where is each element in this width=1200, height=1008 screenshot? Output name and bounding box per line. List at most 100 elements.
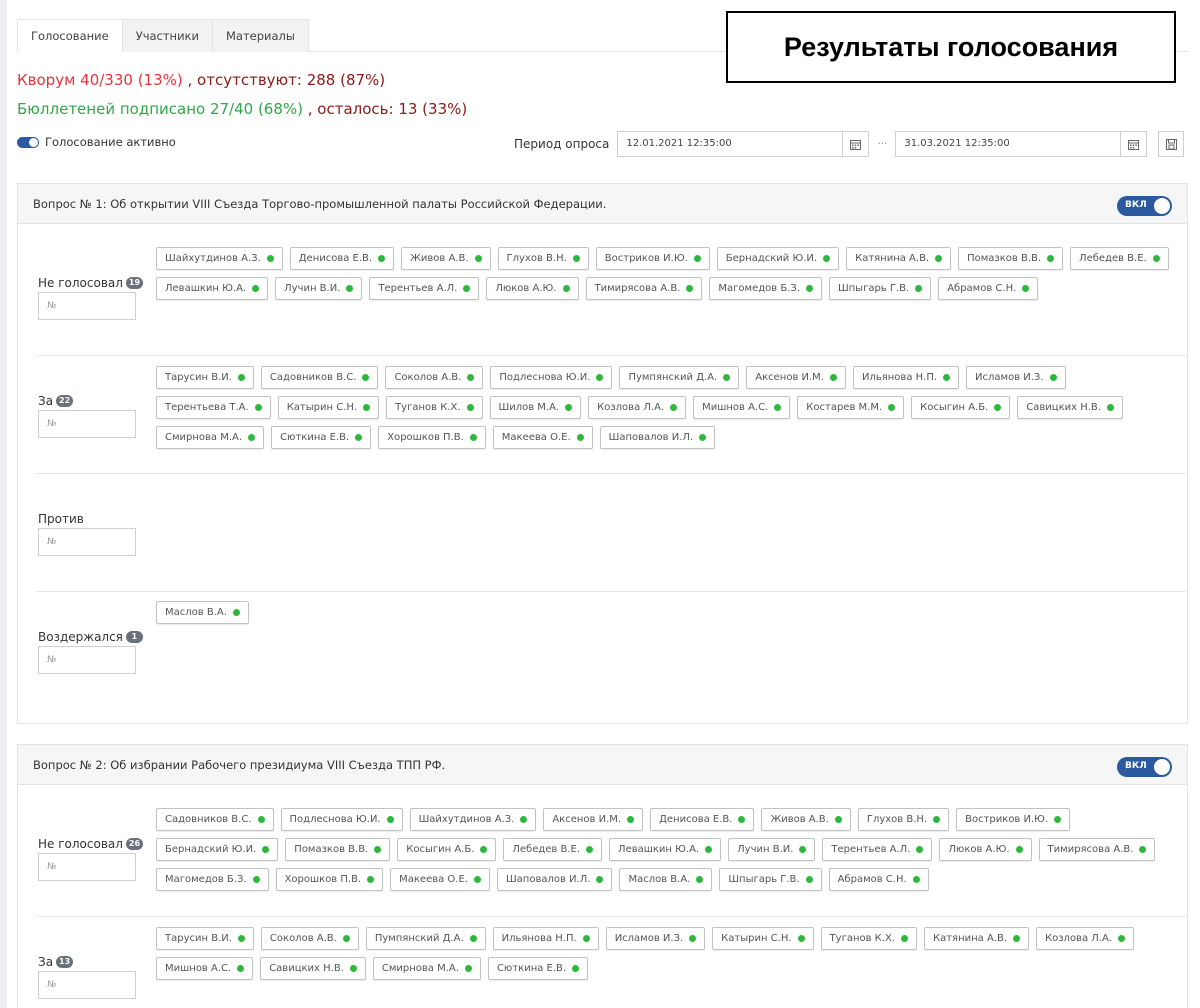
member-chip[interactable]: Смирнова М.А. xyxy=(156,426,265,449)
member-chip[interactable]: Тарусин В.И. xyxy=(156,927,254,950)
member-chip[interactable]: Шпыгарь Г.В. xyxy=(828,277,932,300)
member-chip[interactable]: Косыгин А.Б. xyxy=(397,838,497,861)
online-status-icon xyxy=(1015,846,1023,853)
member-chip[interactable]: Хорошков П.В. xyxy=(378,426,486,449)
member-chip[interactable]: Глухов В.Н. xyxy=(497,247,589,270)
member-chip[interactable]: Подлеснова Ю.И. xyxy=(280,808,403,831)
member-chip[interactable]: Ильянова Н.П. xyxy=(852,366,960,389)
member-chip[interactable]: Помазков В.В. xyxy=(958,247,1064,270)
tab-voting[interactable]: Голосование xyxy=(17,19,123,53)
member-chip[interactable]: Люков А.Ю. xyxy=(486,277,579,300)
member-chip[interactable]: Хорошков П.В. xyxy=(275,868,384,891)
member-chip[interactable]: Шаповалов И.Л. xyxy=(599,426,716,449)
member-chip[interactable]: Терентьев А.Л. xyxy=(369,277,480,300)
member-chip[interactable]: Соколов А.В. xyxy=(260,927,359,950)
member-chip[interactable]: Востриков И.Ю. xyxy=(956,808,1071,831)
member-chip[interactable]: Левашкин Ю.А. xyxy=(609,838,722,861)
member-chip[interactable]: Савицких Н.В. xyxy=(1017,396,1123,419)
member-chip[interactable]: Терентьев А.Л. xyxy=(822,838,933,861)
member-chip[interactable]: Шилов М.А. xyxy=(489,396,582,419)
question-toggle-switch[interactable]: ВКЛ xyxy=(1117,196,1172,216)
member-chip[interactable]: Помазков В.В. xyxy=(285,838,391,861)
member-chip[interactable]: Катянина А.В. xyxy=(846,247,952,270)
member-chip[interactable]: Сюткина Е.В. xyxy=(487,957,589,980)
member-chip[interactable]: Лебедев В.Е. xyxy=(503,838,603,861)
member-chip[interactable]: Макеева О.Е. xyxy=(492,426,593,449)
member-chip[interactable]: Косыгин А.Б. xyxy=(911,396,1011,419)
member-chip[interactable]: Пумпянский Д.А. xyxy=(365,927,486,950)
member-chip[interactable]: Шаповалов И.Л. xyxy=(496,868,613,891)
member-chip[interactable]: Лебедев В.Е. xyxy=(1070,247,1169,270)
member-chip[interactable]: Макеева О.Е. xyxy=(390,868,490,891)
member-name: Сюткина Е.В. xyxy=(496,963,567,974)
member-chip[interactable]: Тимирясова А.В. xyxy=(585,277,703,300)
member-chip[interactable]: Савицких Н.В. xyxy=(260,957,366,980)
member-chip[interactable]: Катянина А.В. xyxy=(924,927,1030,950)
member-chip[interactable]: Живов А.В. xyxy=(401,247,491,270)
member-chip[interactable]: Шайхутдинов А.З. xyxy=(409,808,537,831)
member-name: Мишнов А.С. xyxy=(165,963,232,974)
period-start-input[interactable]: 12.01.2021 12:35:00 xyxy=(617,131,844,157)
tab-materials[interactable]: Материалы xyxy=(211,19,309,52)
member-chip[interactable]: Терентьева Т.А. xyxy=(156,396,271,419)
member-name: Косыгин А.Б. xyxy=(920,402,989,413)
member-chip[interactable]: Исламов И.З. xyxy=(966,366,1066,389)
member-chip[interactable]: Денисова Е.В. xyxy=(289,247,395,270)
member-chip[interactable]: Шайхутдинов А.З. xyxy=(156,247,283,270)
save-period-button[interactable] xyxy=(1158,131,1185,157)
member-chip[interactable]: Сюткина Е.В. xyxy=(271,426,372,449)
start-calendar-button[interactable] xyxy=(843,131,870,157)
member-chip[interactable]: Мишнов А.С. xyxy=(156,957,254,980)
member-chip[interactable]: Садовников В.С. xyxy=(260,366,379,389)
search-input[interactable]: № xyxy=(38,646,136,674)
search-input[interactable]: № xyxy=(38,853,136,881)
member-chip[interactable]: Шпыгарь Г.В. xyxy=(719,868,822,891)
member-chip[interactable]: Тимирясова А.В. xyxy=(1038,838,1156,861)
member-chip[interactable]: Садовников В.С. xyxy=(156,808,274,831)
member-chip[interactable]: Абрамов С.Н. xyxy=(938,277,1039,300)
search-input[interactable]: № xyxy=(38,528,136,556)
member-chip[interactable]: Маслов В.А. xyxy=(619,868,713,891)
member-chip[interactable]: Козлова Л.А. xyxy=(588,396,687,419)
member-chip[interactable]: Соколов А.В. xyxy=(385,366,484,389)
member-chip[interactable]: Катырин С.Н. xyxy=(712,927,814,950)
member-chip[interactable]: Лучин В.И. xyxy=(275,277,363,300)
member-chip[interactable]: Левашкин Ю.А. xyxy=(156,277,269,300)
member-chip[interactable]: Тарусин В.И. xyxy=(156,366,254,389)
member-chip[interactable]: Пумпянский Д.А. xyxy=(619,366,740,389)
member-chip[interactable]: Костарев М.М. xyxy=(797,396,905,419)
member-chip[interactable]: Бернадский Ю.И. xyxy=(156,838,279,861)
member-chip[interactable]: Козлова Л.А. xyxy=(1036,927,1134,950)
question-toggle-switch[interactable]: ВКЛ xyxy=(1117,757,1172,777)
member-chip[interactable]: Абрамов С.Н. xyxy=(828,868,929,891)
end-calendar-button[interactable] xyxy=(1121,131,1148,157)
tab-participants[interactable]: Участники xyxy=(121,19,213,52)
member-chip[interactable]: Ильянова Н.П. xyxy=(492,927,599,950)
search-input[interactable]: № xyxy=(38,410,136,438)
member-chip[interactable]: Аксенов И.М. xyxy=(746,366,846,389)
member-chip[interactable]: Магомедов Б.З. xyxy=(156,868,269,891)
member-chip[interactable]: Маслов В.А. xyxy=(156,601,249,624)
member-chip[interactable]: Востриков И.Ю. xyxy=(595,247,710,270)
member-chip[interactable]: Туганов К.Х. xyxy=(820,927,917,950)
member-chip[interactable]: Бернадский Ю.И. xyxy=(716,247,840,270)
member-chip[interactable]: Смирнова М.А. xyxy=(372,957,481,980)
member-chip[interactable]: Денисова Е.В. xyxy=(650,808,755,831)
member-chip[interactable]: Люков А.Ю. xyxy=(939,838,1032,861)
toggle-switch-icon[interactable] xyxy=(17,136,39,148)
voting-active-toggle[interactable]: Голосование активно xyxy=(17,135,176,149)
member-chip[interactable]: Магомедов Б.З. xyxy=(709,277,822,300)
member-chip[interactable]: Исламов И.З. xyxy=(605,927,706,950)
search-input[interactable]: № xyxy=(38,971,136,999)
member-chip[interactable]: Туганов К.Х. xyxy=(386,396,483,419)
member-chip[interactable]: Мишнов А.С. xyxy=(693,396,791,419)
member-chip[interactable]: Лучин В.И. xyxy=(728,838,816,861)
member-chip[interactable]: Аксенов И.М. xyxy=(543,808,644,831)
member-chip[interactable]: Глухов В.Н. xyxy=(857,808,950,831)
member-chip[interactable]: Катырин С.Н. xyxy=(277,396,380,419)
member-chip[interactable]: Подлеснова Ю.И. xyxy=(490,366,613,389)
search-input[interactable]: № xyxy=(38,292,136,320)
member-name: Сюткина Е.В. xyxy=(280,432,350,443)
member-chip[interactable]: Живов А.В. xyxy=(761,808,851,831)
period-end-input[interactable]: 31.03.2021 12:35:00 xyxy=(895,131,1122,157)
